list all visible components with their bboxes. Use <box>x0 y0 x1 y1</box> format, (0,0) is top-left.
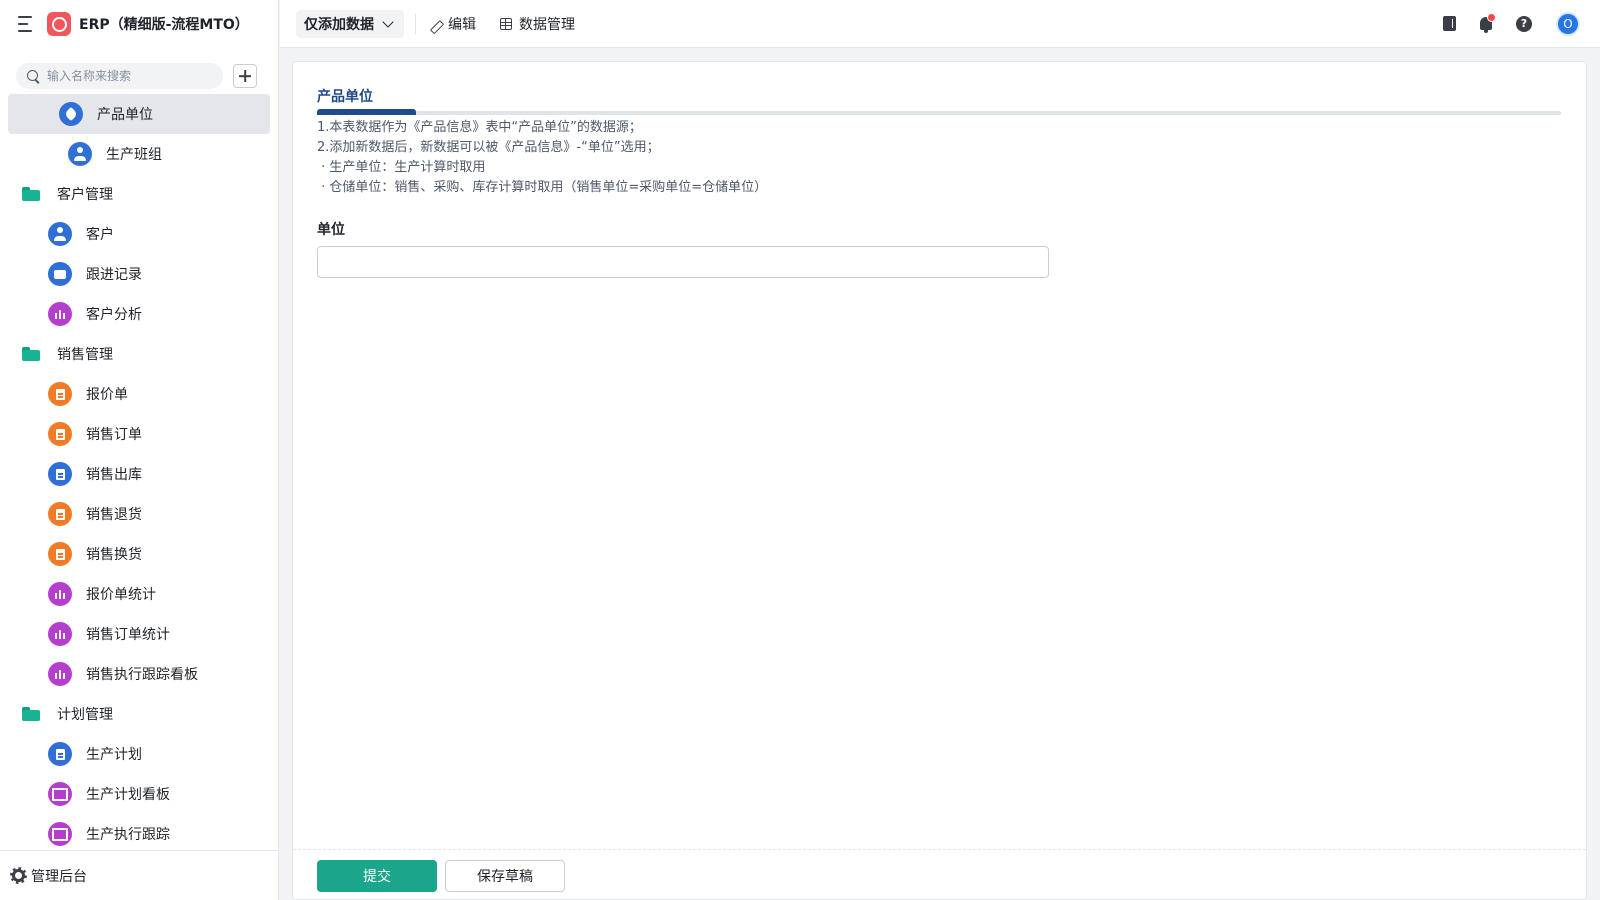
tag-icon <box>59 102 83 126</box>
toolbar-divider <box>415 13 416 34</box>
unit-field-label: 单位 <box>317 222 345 238</box>
search-input[interactable] <box>47 69 207 83</box>
sidebar-item[interactable]: 销售退货 <box>8 494 270 534</box>
pencil-icon <box>430 18 442 30</box>
doc-icon <box>48 502 72 526</box>
sidebar-item-label: 报价单统计 <box>86 587 156 603</box>
folder-icon <box>22 347 40 361</box>
sidebar-item-label: 销售执行跟踪看板 <box>86 667 198 683</box>
mail-icon <box>48 262 72 286</box>
top-toolbar: 仅添加数据 编辑 数据管理 ? O <box>280 0 1600 48</box>
sidebar-item[interactable]: 销售执行跟踪看板 <box>8 654 270 694</box>
app-title: ERP（精细版-流程MTO） <box>79 17 249 33</box>
menu-toggle-icon[interactable] <box>18 16 36 32</box>
avatar[interactable]: O <box>1556 11 1580 36</box>
sidebar-item-label: 客户分析 <box>86 307 142 323</box>
doc-icon <box>48 382 72 406</box>
user-icon <box>68 142 92 166</box>
sidebar-item-label: 产品单位 <box>97 107 153 123</box>
doc-icon <box>48 462 72 486</box>
chart-icon <box>48 582 72 606</box>
sidebar-item[interactable]: 生产执行跟踪 <box>8 814 270 850</box>
sidebar-item-label: 销售订单 <box>86 427 142 443</box>
doc-icon <box>48 542 72 566</box>
form-title: 产品单位 <box>317 89 373 105</box>
chart-icon <box>48 302 72 326</box>
sidebar-item-label: 销售出库 <box>86 467 142 483</box>
sidebar-item[interactable]: 销售出库 <box>8 454 270 494</box>
admin-backend-link[interactable]: 管理后台 <box>0 850 278 900</box>
sidebar-item[interactable]: 产品单位 <box>8 94 270 134</box>
mode-dropdown[interactable]: 仅添加数据 <box>296 9 404 38</box>
sidebar-item-label: 销售退货 <box>86 507 142 523</box>
sidebar-header: ERP（精细版-流程MTO） <box>0 0 278 48</box>
sidebar-item[interactable]: 生产计划 <box>8 734 270 774</box>
title-underline <box>317 109 1561 115</box>
chart-icon <box>48 662 72 686</box>
unit-field[interactable] <box>317 246 1049 278</box>
sidebar-item-label: 生产执行跟踪 <box>86 827 170 843</box>
sidebar-item[interactable]: 客户分析 <box>8 294 270 334</box>
sidebar-search-row <box>0 48 278 94</box>
help-icon[interactable]: ? <box>1516 15 1532 32</box>
sidebar-group[interactable]: 客户管理 <box>0 174 278 214</box>
user-icon <box>48 222 72 246</box>
submit-button[interactable]: 提交 <box>317 860 437 892</box>
board-icon <box>48 822 72 846</box>
folder-icon <box>22 707 40 721</box>
sidebar-item-label: 跟进记录 <box>86 267 142 283</box>
search-icon <box>27 69 40 83</box>
sidebar-item-label: 销售管理 <box>57 347 113 363</box>
sidebar-item[interactable]: 生产计划看板 <box>8 774 270 814</box>
form-description: 1.本表数据作为《产品信息》表中“产品单位”的数据源； 2.添加新数据后，新数据… <box>317 120 768 195</box>
book-icon[interactable] <box>1443 16 1456 31</box>
bell-icon[interactable] <box>1480 13 1496 33</box>
form-card: 产品单位 1.本表数据作为《产品信息》表中“产品单位”的数据源； 2.添加新数据… <box>292 61 1587 900</box>
sidebar-item[interactable]: 生产班组 <box>8 134 270 174</box>
sidebar-item-label: 生产计划 <box>86 747 142 763</box>
gear-icon <box>12 869 25 882</box>
doc-icon <box>48 422 72 446</box>
sidebar-item[interactable]: 报价单 <box>8 374 270 414</box>
data-manage-button[interactable]: 数据管理 <box>500 14 575 34</box>
mode-dropdown-label: 仅添加数据 <box>304 16 374 33</box>
sidebar-item-label: 销售换货 <box>86 547 142 563</box>
sidebar-item-label: 销售订单统计 <box>86 627 170 643</box>
sidebar-item-label: 报价单 <box>86 387 128 403</box>
sidebar: ERP（精细版-流程MTO） 产品单位生产班组客户管理客户跟进记录客户分析销售管… <box>0 0 279 900</box>
sidebar-item[interactable]: 跟进记录 <box>8 254 270 294</box>
edit-label: 编辑 <box>448 16 476 33</box>
sidebar-item-label: 计划管理 <box>57 707 113 723</box>
top-right-actions: ? O <box>1419 11 1600 36</box>
add-button[interactable] <box>233 64 257 88</box>
table-icon <box>500 17 512 30</box>
sidebar-item[interactable]: 销售订单 <box>8 414 270 454</box>
sidebar-item-label: 客户 <box>86 227 114 243</box>
form-footer: 提交 保存草稿 <box>293 849 1586 899</box>
sidebar-nav: 产品单位生产班组客户管理客户跟进记录客户分析销售管理报价单销售订单销售出库销售退… <box>0 94 278 850</box>
sidebar-group[interactable]: 销售管理 <box>0 334 278 374</box>
sidebar-item[interactable]: 客户 <box>8 214 270 254</box>
edit-button[interactable]: 编辑 <box>430 14 476 34</box>
folder-icon <box>22 187 40 201</box>
save-draft-button[interactable]: 保存草稿 <box>445 860 565 892</box>
doc-icon <box>48 742 72 766</box>
sidebar-item[interactable]: 销售订单统计 <box>8 614 270 654</box>
chart-icon <box>48 622 72 646</box>
sidebar-search[interactable] <box>16 63 223 89</box>
sidebar-item[interactable]: 销售换货 <box>8 534 270 574</box>
sidebar-item-label: 生产计划看板 <box>86 787 170 803</box>
sidebar-group[interactable]: 计划管理 <box>0 694 278 734</box>
board-icon <box>48 782 72 806</box>
sidebar-item-label: 生产班组 <box>106 147 162 163</box>
app-logo-icon <box>47 12 71 36</box>
chevron-down-icon <box>382 15 394 28</box>
data-manage-label: 数据管理 <box>519 16 575 33</box>
admin-backend-label: 管理后台 <box>31 868 87 885</box>
sidebar-item-label: 客户管理 <box>57 187 113 203</box>
sidebar-item[interactable]: 报价单统计 <box>8 574 270 614</box>
